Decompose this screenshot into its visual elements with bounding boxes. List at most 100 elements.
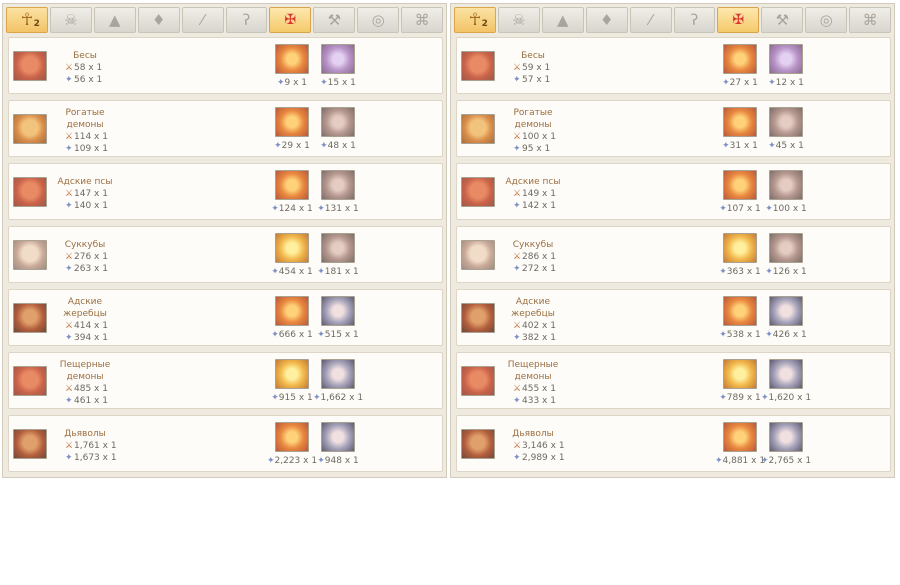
tab-dragon[interactable]: ⌘ xyxy=(849,7,892,33)
variant-value: 1,620 x 1 xyxy=(768,393,812,403)
variant-portrait-icon[interactable] xyxy=(321,170,355,200)
variant-portrait-icon[interactable] xyxy=(769,44,803,74)
attack-stat: ⚔58 x 1 xyxy=(55,62,141,74)
variant-portrait-icon[interactable] xyxy=(275,296,309,326)
unit-portrait-icon[interactable] xyxy=(461,303,495,333)
unit-portrait-icon[interactable] xyxy=(461,240,495,270)
variant-portrait-icon[interactable] xyxy=(723,296,757,326)
unit-portrait-icon[interactable] xyxy=(13,429,47,459)
unit-portrait-icon[interactable] xyxy=(13,51,47,81)
variant-value: 126 x 1 xyxy=(772,267,807,277)
tab-demon[interactable]: ✠ xyxy=(269,7,312,33)
unit-row: Суккубы ⚔276 x 1 ✦263 x 1 ✦454 x 1 ✦181 x 1 xyxy=(8,226,443,283)
tab-sword[interactable]: ⁄ xyxy=(181,7,224,33)
unit-portrait-icon[interactable] xyxy=(461,429,495,459)
unit-portrait-icon[interactable] xyxy=(13,366,47,396)
variant-b[interactable]: ✦426 x 1 xyxy=(756,296,816,340)
variant-portrait-icon[interactable] xyxy=(769,422,803,452)
variant-stat: ✦1,662 x 1 xyxy=(308,393,368,403)
variant-b[interactable]: ✦181 x 1 xyxy=(308,233,368,277)
variant-b[interactable]: ✦15 x 1 xyxy=(308,44,368,88)
tab-sword[interactable]: ⁄ xyxy=(629,7,672,33)
sword-icon: ⚔ xyxy=(513,252,522,262)
tab-helmet[interactable]: ◎ xyxy=(805,7,848,33)
variant-value: 31 x 1 xyxy=(729,141,758,151)
tab-demon[interactable]: ✠ xyxy=(717,7,760,33)
variant-portrait-icon[interactable] xyxy=(723,422,757,452)
variant-b[interactable]: ✦1,662 x 1 xyxy=(308,359,368,403)
health-icon: ✦ xyxy=(765,204,773,214)
variant-b[interactable]: ✦12 x 1 xyxy=(756,44,816,88)
sword-icon: ⁄ xyxy=(649,10,652,29)
variant-b[interactable]: ✦45 x 1 xyxy=(756,107,816,151)
tab-ankh[interactable]: ☥ 2 xyxy=(454,7,496,33)
unit-info: Дьяволы ⚔1,761 x 1 ✦1,673 x 1 xyxy=(55,428,141,464)
variant-b[interactable]: ✦100 x 1 xyxy=(756,170,816,214)
variant-portrait-icon[interactable] xyxy=(321,296,355,326)
variant-portrait-icon[interactable] xyxy=(321,44,355,74)
variant-portrait-icon[interactable] xyxy=(275,233,309,263)
tab-leaf[interactable]: ♦ xyxy=(585,7,628,33)
variant-portrait-icon[interactable] xyxy=(275,107,309,137)
unit-info: Пещерные демоны ⚔485 x 1 ✦461 x 1 xyxy=(55,359,141,407)
variant-portrait-icon[interactable] xyxy=(275,359,309,389)
variant-portrait-icon[interactable] xyxy=(723,170,757,200)
variant-portrait-icon[interactable] xyxy=(769,107,803,137)
faction-tabbar: ☥ 2 ☠ ▲ ♦ ⁄ ʔ ✠ ⚒ ◎ ⌘ xyxy=(6,7,444,34)
tab-helmet[interactable]: ◎ xyxy=(357,7,400,33)
tab-horn[interactable]: ▲ xyxy=(541,7,584,33)
health-icon: ✦ xyxy=(317,456,325,466)
variant-portrait-icon[interactable] xyxy=(723,233,757,263)
variant-b[interactable]: ✦948 x 1 xyxy=(308,422,368,466)
variant-b[interactable]: ✦515 x 1 xyxy=(308,296,368,340)
variant-portrait-icon[interactable] xyxy=(769,296,803,326)
tab-hammer[interactable]: ⚒ xyxy=(761,7,804,33)
sword-icon: ⚔ xyxy=(65,252,74,262)
unit-portrait-icon[interactable] xyxy=(461,366,495,396)
health-icon: ✦ xyxy=(271,393,279,403)
variant-portrait-icon[interactable] xyxy=(769,170,803,200)
unit-portrait-icon[interactable] xyxy=(461,177,495,207)
variant-portrait-icon[interactable] xyxy=(321,422,355,452)
variant-portrait-icon[interactable] xyxy=(321,107,355,137)
variant-b[interactable]: ✦131 x 1 xyxy=(308,170,368,214)
unit-row: Адские псы ⚔149 x 1 ✦142 x 1 ✦107 x 1 ✦100 x… xyxy=(456,163,891,220)
variant-portrait-icon[interactable] xyxy=(723,359,757,389)
tab-hammer[interactable]: ⚒ xyxy=(313,7,356,33)
variant-b[interactable]: ✦48 x 1 xyxy=(308,107,368,151)
health-icon: ✦ xyxy=(768,141,776,151)
sword-icon: ⚔ xyxy=(513,321,522,331)
tab-scythe[interactable]: ʔ xyxy=(673,7,716,33)
unit-row: Бесы ⚔59 x 1 ✦57 x 1 ✦27 x 1 ✦12 x 1 xyxy=(456,37,891,94)
variant-stat: ✦100 x 1 xyxy=(756,204,816,214)
tab-scythe[interactable]: ʔ xyxy=(225,7,268,33)
variant-value: 100 x 1 xyxy=(772,204,807,214)
variant-b[interactable]: ✦126 x 1 xyxy=(756,233,816,277)
unit-name: Пещерные демоны xyxy=(507,360,559,382)
variant-b[interactable]: ✦1,620 x 1 xyxy=(756,359,816,403)
variant-portrait-icon[interactable] xyxy=(321,233,355,263)
unit-portrait-icon[interactable] xyxy=(461,114,495,144)
unit-portrait-icon[interactable] xyxy=(13,303,47,333)
variant-portrait-icon[interactable] xyxy=(321,359,355,389)
sword-icon: ⚔ xyxy=(65,132,74,142)
variant-portrait-icon[interactable] xyxy=(769,233,803,263)
variant-portrait-icon[interactable] xyxy=(275,170,309,200)
tab-ankh[interactable]: ☥ 2 xyxy=(6,7,48,33)
variant-portrait-icon[interactable] xyxy=(723,44,757,74)
unit-portrait-icon[interactable] xyxy=(13,240,47,270)
variant-b[interactable]: ✦2,765 x 1 xyxy=(756,422,816,466)
unit-portrait-icon[interactable] xyxy=(461,51,495,81)
tab-skull[interactable]: ☠ xyxy=(497,7,540,33)
variant-portrait-icon[interactable] xyxy=(723,107,757,137)
variant-portrait-icon[interactable] xyxy=(769,359,803,389)
unit-portrait-icon[interactable] xyxy=(13,177,47,207)
tab-dragon[interactable]: ⌘ xyxy=(401,7,444,33)
tab-skull[interactable]: ☠ xyxy=(49,7,92,33)
tab-horn[interactable]: ▲ xyxy=(93,7,136,33)
variant-portrait-icon[interactable] xyxy=(275,422,309,452)
unit-portrait-icon[interactable] xyxy=(13,114,47,144)
unit-info: Суккубы ⚔276 x 1 ✦263 x 1 xyxy=(55,239,141,275)
variant-portrait-icon[interactable] xyxy=(275,44,309,74)
tab-leaf[interactable]: ♦ xyxy=(137,7,180,33)
